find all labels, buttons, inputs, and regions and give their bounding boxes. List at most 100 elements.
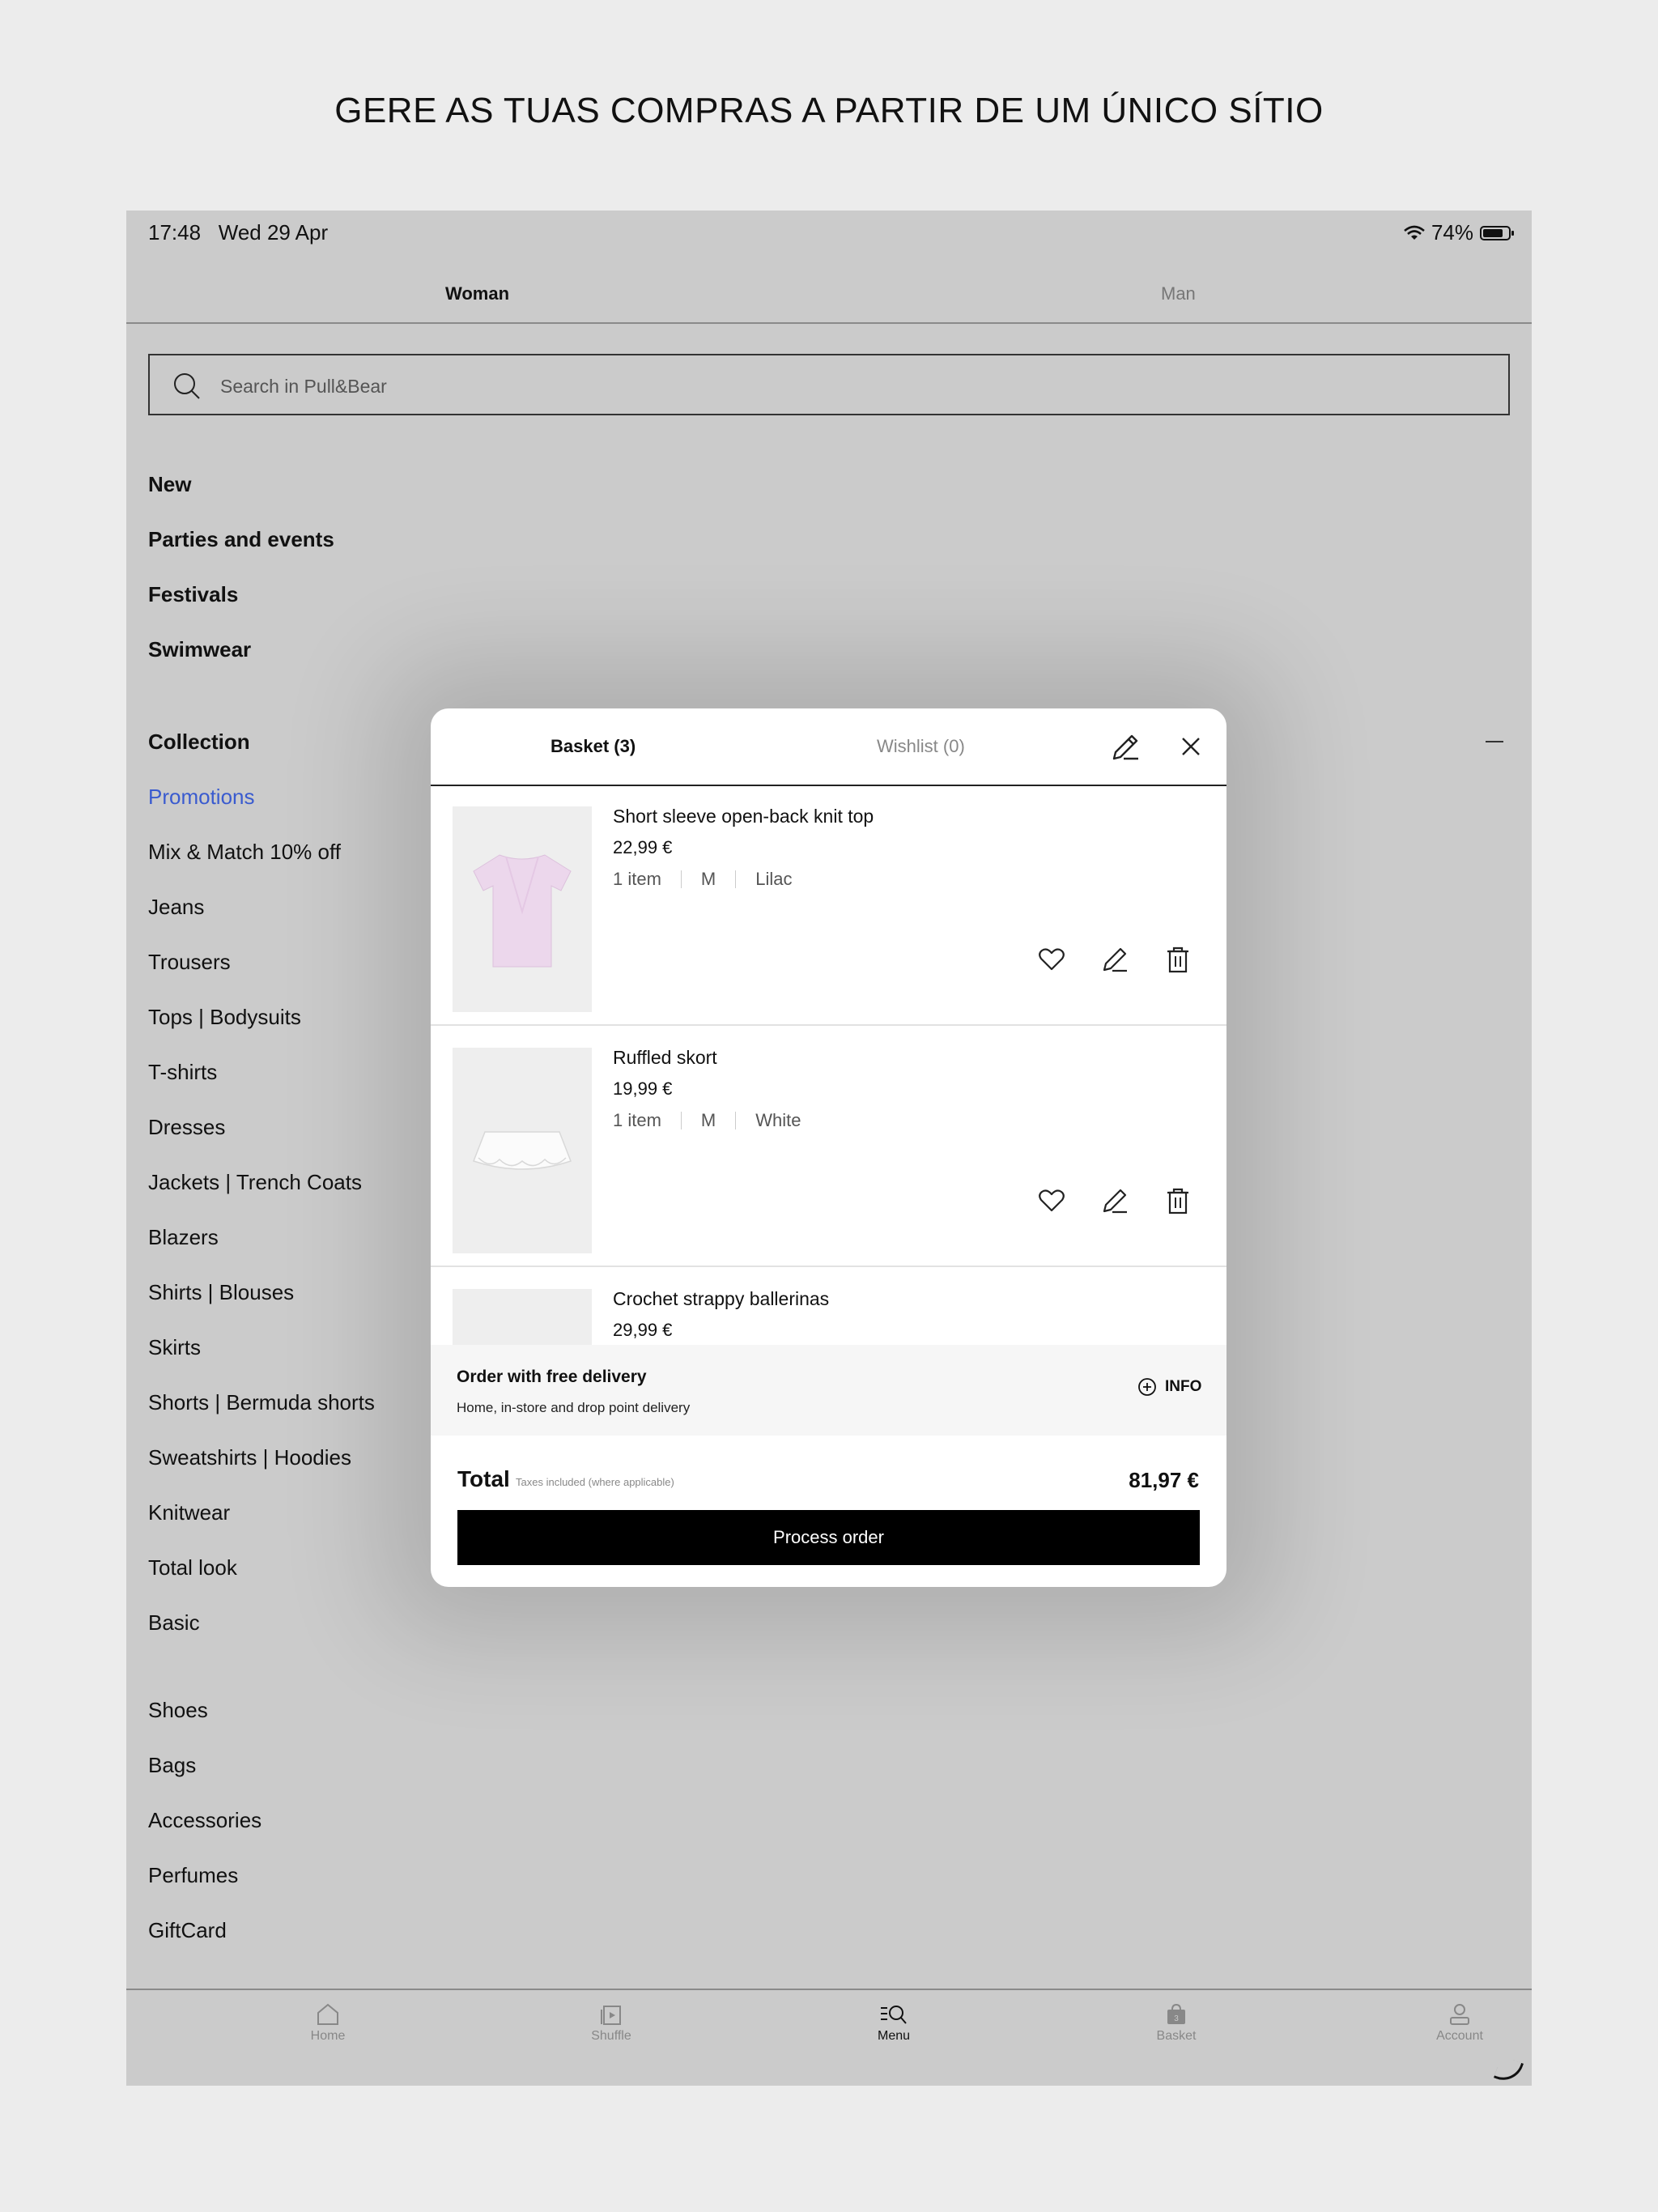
item-price: 29,99 €	[613, 1320, 673, 1340]
item-name[interactable]: Short sleeve open-back knit top	[613, 806, 874, 827]
menu-item-tshirts[interactable]: T-shirts	[148, 1060, 217, 1085]
menu-item-shirts[interactable]: Shirts | Blouses	[148, 1280, 294, 1305]
bottom-tab-bar: Home Shuffle Menu 3 Basket Account	[126, 1989, 1532, 2086]
item-meta: 1 item M Lilac	[613, 869, 793, 890]
item-name[interactable]: Crochet strappy ballerinas	[613, 1288, 829, 1310]
item-quantity: 1 item	[613, 869, 661, 889]
menu-item-perfumes[interactable]: Perfumes	[148, 1863, 238, 1888]
delivery-banner: Order with free delivery Home, in-store …	[431, 1345, 1226, 1436]
menu-item-shoes[interactable]: Shoes	[148, 1698, 208, 1723]
tab-wishlist[interactable]: Wishlist (0)	[877, 736, 965, 757]
info-plus-icon	[1138, 1378, 1156, 1396]
search-icon	[174, 373, 200, 399]
item-actions	[1036, 1185, 1193, 1216]
tab-home[interactable]: Home	[263, 2003, 393, 2044]
item-actions	[1036, 944, 1193, 975]
item-meta: 1 item M White	[613, 1110, 801, 1131]
account-icon	[1450, 2004, 1469, 2025]
tab-basket-modal[interactable]: Basket (3)	[551, 736, 636, 757]
item-color: Lilac	[755, 869, 793, 889]
edit-pencil-icon[interactable]	[1109, 731, 1141, 764]
total-row: Total Taxes included (where applicable) …	[431, 1453, 1226, 1502]
date-text: Wed 29 Apr	[218, 220, 329, 245]
tab-man[interactable]: Man	[1161, 283, 1196, 304]
close-icon[interactable]	[1180, 736, 1201, 757]
tab-shuffle-label: Shuffle	[591, 2029, 631, 2043]
menu-item-new[interactable]: New	[148, 472, 191, 497]
collapse-minus-icon[interactable]	[1486, 741, 1503, 742]
product-image-ballerinas[interactable]	[453, 1289, 592, 1348]
collection-header[interactable]: Collection	[148, 730, 250, 755]
tab-home-label: Home	[310, 2029, 346, 2043]
basket-item[interactable]: Crochet strappy ballerinas 29,99 €	[431, 1269, 1226, 1348]
basket-item[interactable]: Ruffled skort 19,99 € 1 item M White	[431, 1027, 1226, 1267]
menu-item-jackets[interactable]: Jackets | Trench Coats	[148, 1170, 362, 1195]
menu-item-giftcard[interactable]: GiftCard	[148, 1918, 227, 1943]
menu-item-skirts[interactable]: Skirts	[148, 1335, 201, 1360]
delete-trash-icon[interactable]	[1163, 944, 1193, 975]
info-label: INFO	[1165, 1378, 1202, 1395]
tab-account[interactable]: Account	[1395, 2003, 1524, 2044]
menu-item-accessories[interactable]: Accessories	[148, 1808, 261, 1833]
menu-item-basic[interactable]: Basic	[148, 1610, 200, 1636]
menu-item-bags[interactable]: Bags	[148, 1753, 196, 1778]
item-divider	[431, 1266, 1226, 1267]
top-garment-image	[473, 854, 572, 968]
menu-item-swimwear[interactable]: Swimwear	[148, 637, 251, 662]
delivery-title: Order with free delivery	[457, 1368, 647, 1386]
modal-header: Basket (3) Wishlist (0)	[431, 708, 1226, 786]
menu-item-tops[interactable]: Tops | Bodysuits	[148, 1005, 301, 1030]
item-color: White	[755, 1110, 801, 1130]
shuffle-icon	[601, 2006, 621, 2025]
item-price: 22,99 €	[613, 837, 673, 857]
tab-menu[interactable]: Menu	[829, 2003, 959, 2044]
menu-item-sweatshirts[interactable]: Sweatshirts | Hoodies	[148, 1445, 351, 1470]
menu-item-parties[interactable]: Parties and events	[148, 527, 334, 552]
item-quantity: 1 item	[613, 1110, 661, 1130]
item-size: M	[700, 869, 716, 889]
status-indicators: 74%	[1404, 220, 1514, 245]
menu-item-jeans[interactable]: Jeans	[148, 895, 204, 920]
tab-account-label: Account	[1436, 2029, 1483, 2043]
edit-item-icon[interactable]	[1099, 944, 1130, 975]
delivery-subtitle: Home, in-store and drop point delivery	[457, 1400, 691, 1415]
menu-item-mix-match[interactable]: Mix & Match 10% off	[148, 840, 341, 865]
menu-item-trousers[interactable]: Trousers	[148, 950, 231, 975]
item-price: 19,99 €	[613, 1078, 673, 1099]
edit-item-icon[interactable]	[1099, 1185, 1130, 1216]
item-divider	[431, 1024, 1226, 1026]
total-value: 81,97 €	[1129, 1468, 1199, 1492]
wishlist-heart-icon[interactable]	[1036, 944, 1067, 975]
basket-icon: 3	[1167, 2003, 1185, 2024]
process-order-button[interactable]: Process order	[457, 1510, 1200, 1565]
menu-item-total-look[interactable]: Total look	[148, 1555, 237, 1580]
basket-modal: Basket (3) Wishlist (0) Short sleeve ope…	[431, 708, 1226, 1587]
gender-tabs: Woman Man	[126, 275, 1532, 324]
basket-item[interactable]: Short sleeve open-back knit top 22,99 € …	[431, 786, 1226, 1026]
status-bar: 17:48 Wed 29 Apr 74%	[126, 211, 1532, 254]
home-icon	[317, 2003, 338, 2025]
delete-trash-icon[interactable]	[1163, 1185, 1193, 1216]
menu-item-promotions[interactable]: Promotions	[148, 785, 255, 810]
menu-item-blazers[interactable]: Blazers	[148, 1225, 219, 1250]
product-image-knit-top[interactable]	[453, 806, 592, 1012]
menu-item-festivals[interactable]: Festivals	[148, 582, 238, 607]
item-name[interactable]: Ruffled skort	[613, 1047, 717, 1069]
menu-item-dresses[interactable]: Dresses	[148, 1115, 225, 1140]
status-time: 17:48 Wed 29 Apr	[148, 220, 328, 245]
info-button[interactable]: INFO	[1137, 1377, 1201, 1397]
tab-woman[interactable]: Woman	[445, 283, 509, 304]
skort-garment-image	[473, 1131, 572, 1170]
tab-basket[interactable]: 3 Basket	[1112, 2003, 1241, 2044]
product-image-skort[interactable]	[453, 1048, 592, 1253]
wishlist-heart-icon[interactable]	[1036, 1185, 1067, 1216]
svg-text:3: 3	[1174, 2014, 1179, 2023]
wifi-icon	[1404, 225, 1425, 240]
menu-item-knitwear[interactable]: Knitwear	[148, 1500, 230, 1525]
menu-item-shorts[interactable]: Shorts | Bermuda shorts	[148, 1390, 375, 1415]
tab-shuffle[interactable]: Shuffle	[546, 2003, 676, 2044]
page-headline: GERE AS TUAS COMPRAS A PARTIR DE UM ÚNIC…	[334, 91, 1324, 130]
menu-search-icon	[881, 2006, 907, 2024]
basket-items-list[interactable]: Short sleeve open-back knit top 22,99 € …	[431, 786, 1226, 1348]
search-input[interactable]: Search in Pull&Bear	[148, 354, 1510, 415]
